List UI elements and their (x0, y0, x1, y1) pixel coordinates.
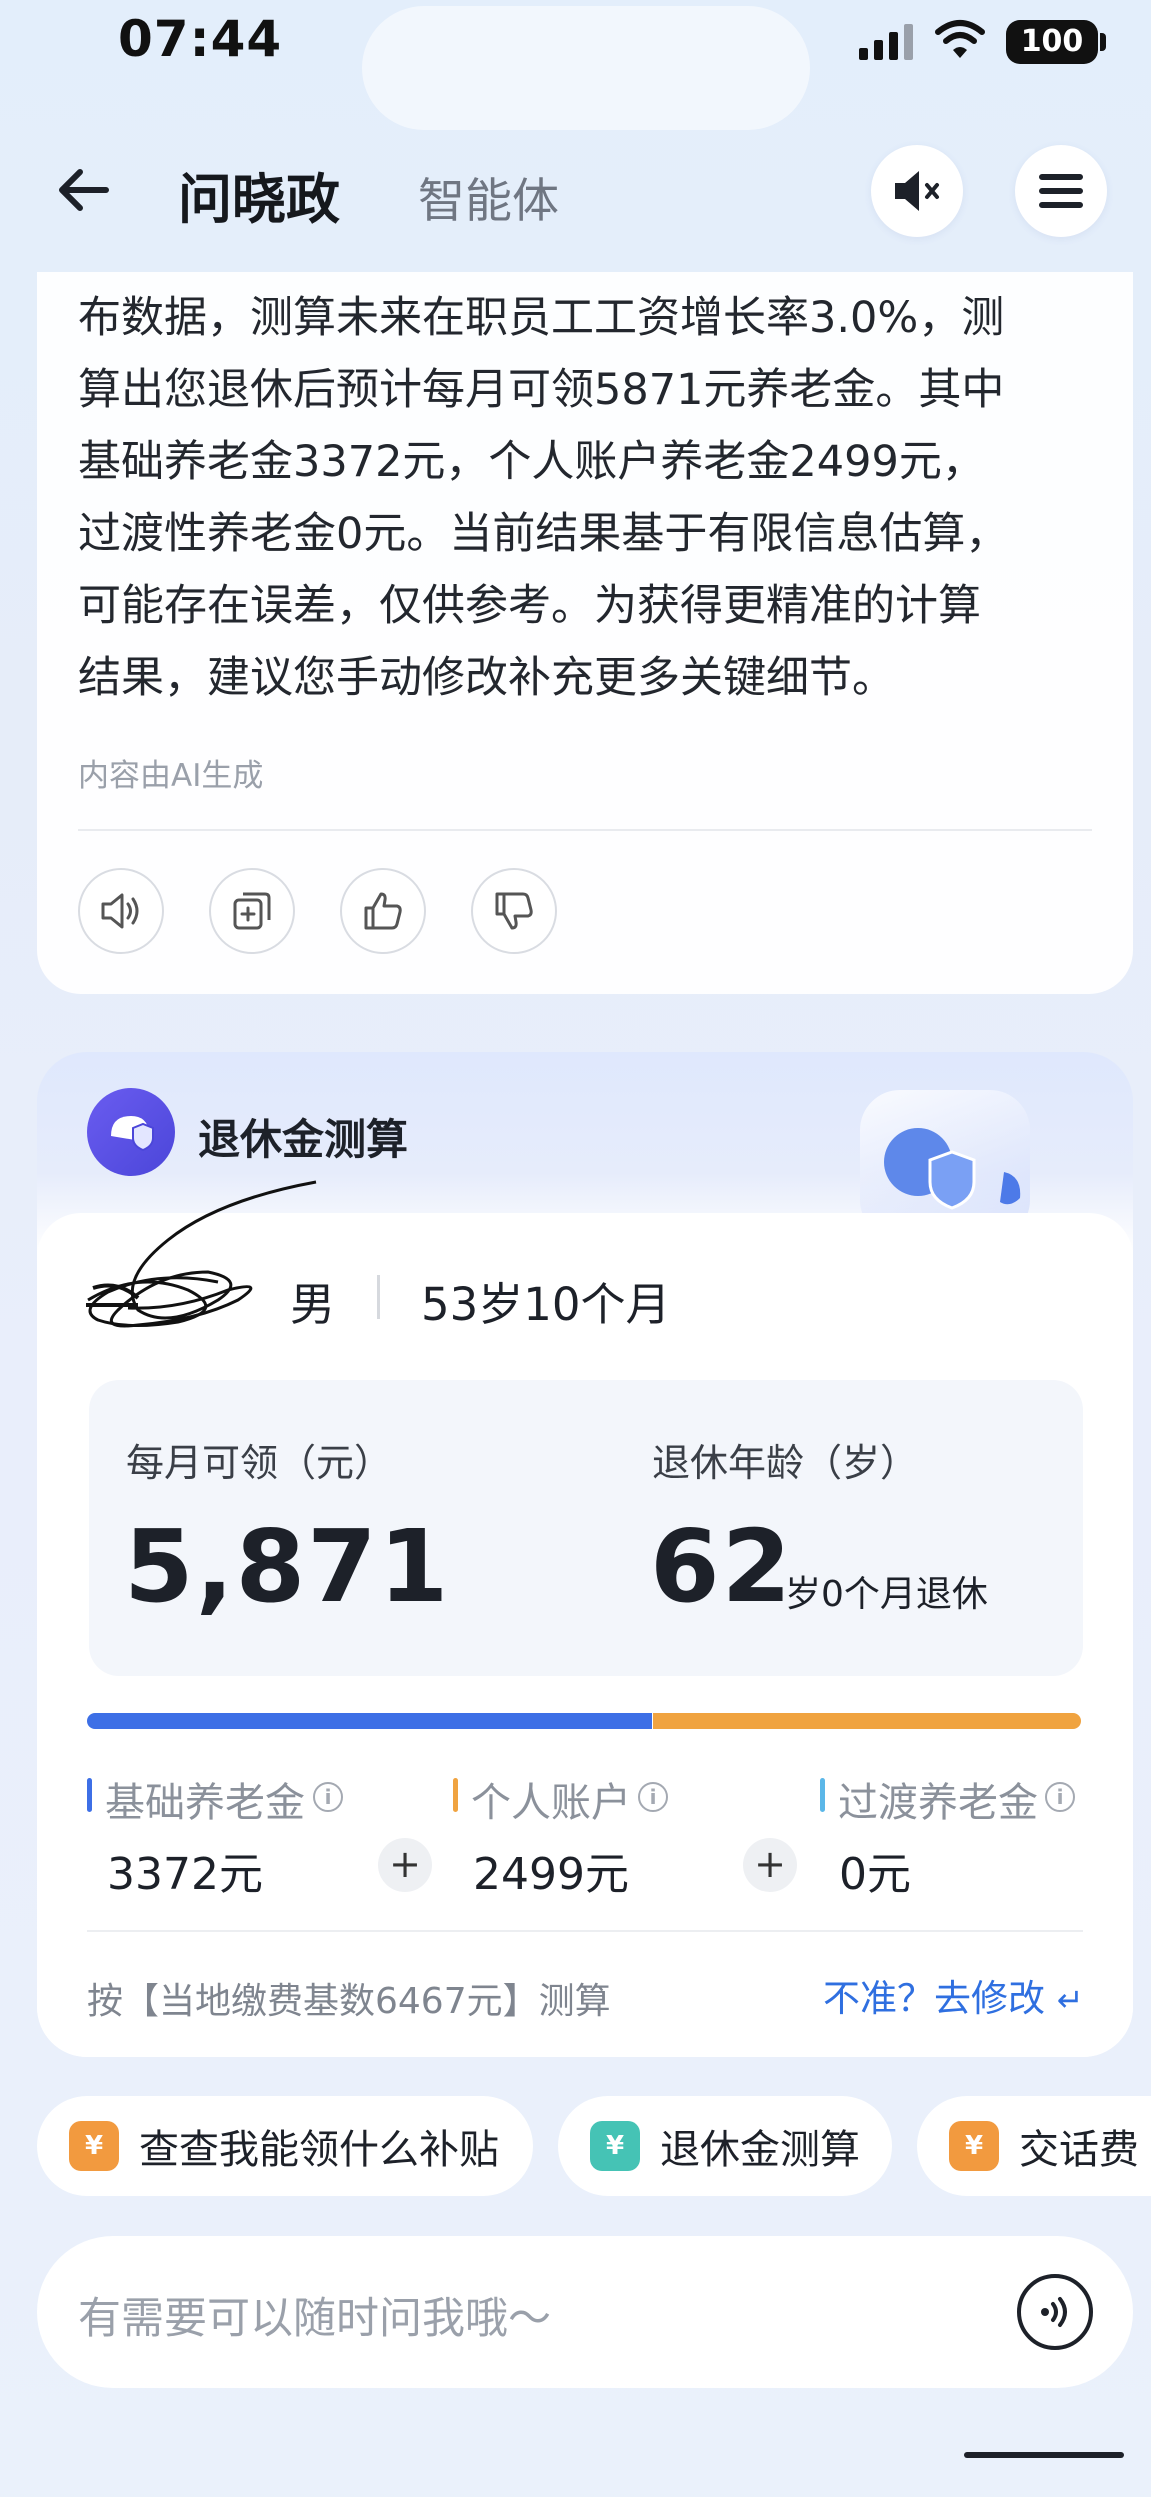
cellular-signal-icon (859, 24, 913, 60)
message-line: 基础养老金3372元，个人账户养老金2499元， (78, 437, 985, 487)
page-subtitle: 智能体 (418, 174, 559, 229)
speaker-muted-icon (895, 171, 939, 211)
chip-label: 退休金测算 (660, 2127, 860, 2173)
back-button[interactable] (52, 158, 116, 222)
page-title: 问晓政 (178, 168, 340, 231)
ai-generated-note: 内容由AI生成 (78, 758, 264, 794)
transition-pension-label: 过渡养老金 (838, 1780, 1038, 1826)
redacted-name-scribble (86, 1180, 317, 1328)
voice-wave-icon (1041, 2297, 1067, 2327)
battery-tip (1100, 33, 1106, 51)
battery-icon: 100 (1006, 20, 1098, 64)
thumbs-up-button[interactable] (340, 868, 426, 954)
basic-pension-value: 3372元 (107, 1849, 263, 1900)
hamburger-menu-icon (1039, 174, 1083, 208)
message-line: 过渡性养老金0元。当前结果基于有限信息估算， (78, 509, 1009, 559)
calculator-logo-icon (87, 1088, 175, 1176)
calculation-basis-text: 按【当地缴费基数6467元】测算 (87, 1981, 611, 2022)
message-line: 可能存在误差，仅供参考。为获得更精准的计算 (78, 581, 981, 631)
thumbs-up-icon (364, 892, 402, 930)
pension-icon: ¥ (590, 2121, 640, 2171)
mute-button[interactable] (871, 145, 963, 237)
retire-age-unit: 岁0个月退休 (785, 1574, 988, 1615)
message-line: 算出您退休后预计每月可领5871元养老金。其中 (78, 365, 1005, 415)
chip-phone-bill[interactable]: ¥ 交话费 (917, 2096, 1151, 2196)
divider (78, 829, 1092, 831)
chip-label: 查查我能领什么补贴 (139, 2127, 499, 2173)
info-icon[interactable]: i (638, 1782, 668, 1812)
basic-pension-label: 基础养老金 (105, 1780, 305, 1826)
assistant-message-text: 布数据，测算未来在职员工工资增长率3.0%，测 算出您退休后预计每月可领5871… (78, 282, 1098, 714)
copy-button[interactable] (209, 868, 295, 954)
phone-bill-icon: ¥ (949, 2121, 999, 2171)
speaker-icon (101, 893, 139, 929)
monthly-amount-label: 每月可领（元） (126, 1441, 393, 1485)
edit-link[interactable]: 不准？去修改 ↵ (823, 1968, 1084, 2022)
chip-label: 交话费 (1019, 2127, 1139, 2173)
dynamic-island (362, 6, 810, 130)
thumbs-down-button[interactable] (471, 868, 557, 954)
separator (377, 1275, 380, 1319)
copy-icon (233, 892, 271, 930)
basic-pension-marker (87, 1778, 92, 1812)
home-indicator (964, 2452, 1124, 2458)
plus-icon: + (378, 1838, 432, 1892)
basic-pension-bar (87, 1713, 652, 1729)
message-line: 布数据，测算未来在职员工工资增长率3.0%，测 (78, 293, 1005, 343)
menu-button[interactable] (1015, 145, 1107, 237)
thumbs-down-icon (495, 892, 533, 930)
calculator-title: 退休金测算 (198, 1115, 409, 1164)
message-line: 结果，建议您手动修改补充更多关键细节。 (78, 653, 895, 703)
personal-account-label: 个人账户 (471, 1780, 631, 1826)
age-label: 53岁10个月 (421, 1278, 671, 1331)
retire-age-label: 退休年龄（岁） (652, 1441, 919, 1485)
monthly-amount-value: 5,871 (124, 1508, 451, 1625)
return-arrow-icon: ↵ (1056, 1981, 1084, 2019)
transition-pension-value: 0元 (839, 1849, 911, 1900)
subsidy-icon: ¥ (69, 2121, 119, 2171)
retire-age-value: 62 (650, 1508, 794, 1625)
info-icon[interactable]: i (313, 1782, 343, 1812)
info-icon[interactable]: i (1045, 1782, 1075, 1812)
gender-label: 男 (290, 1278, 336, 1331)
edit-link-label: 不准？去修改 (823, 1977, 1045, 2020)
status-time: 07:44 (118, 10, 283, 68)
wifi-icon (935, 20, 985, 58)
read-aloud-button[interactable] (78, 868, 164, 954)
personal-account-marker (453, 1778, 458, 1812)
chip-subsidy[interactable]: ¥ 查查我能领什么补贴 (37, 2096, 533, 2196)
transition-pension-marker (820, 1778, 825, 1812)
plus-icon: + (743, 1838, 797, 1892)
chat-input-placeholder[interactable]: 有需要可以随时问我哦～ (78, 2284, 551, 2346)
personal-account-bar (653, 1713, 1081, 1729)
voice-input-button[interactable] (1017, 2274, 1093, 2350)
arrow-left-icon (59, 169, 109, 211)
chip-pension[interactable]: ¥ 退休金测算 (558, 2096, 892, 2196)
personal-account-value: 2499元 (473, 1849, 629, 1900)
divider (87, 1930, 1083, 1932)
